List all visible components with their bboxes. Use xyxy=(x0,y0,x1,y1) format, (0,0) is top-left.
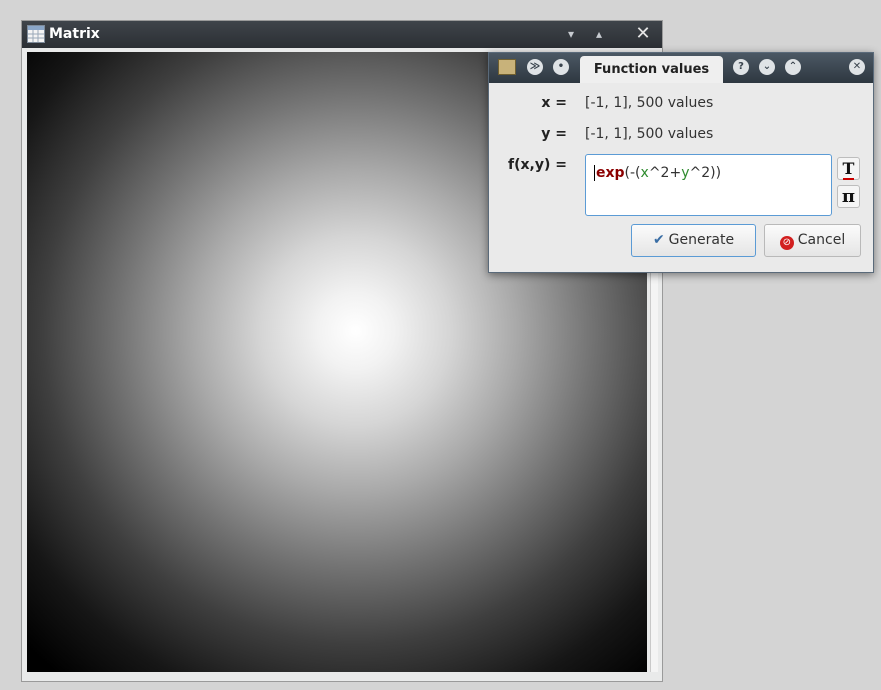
x-range-value: [-1, 1], 500 values xyxy=(585,95,714,111)
pin-icon[interactable]: • xyxy=(553,59,569,75)
pi-icon: π xyxy=(841,186,856,207)
formula-part: ^2)) xyxy=(689,165,722,181)
x-label: x = xyxy=(541,95,567,111)
formula-part: ^2+ xyxy=(648,165,682,181)
minimize-icon[interactable]: ⌄ xyxy=(759,59,775,75)
formula-function: exp xyxy=(596,165,625,181)
tab-function-values[interactable]: Function values xyxy=(580,56,723,83)
formula-var-y: y xyxy=(681,165,690,181)
text-caret xyxy=(594,165,595,181)
maximize-icon[interactable]: ▴ xyxy=(590,25,608,43)
close-icon[interactable]: ✕ xyxy=(849,59,865,75)
matrix-window-title: Matrix xyxy=(49,26,100,42)
formula-var-x: x xyxy=(640,165,649,181)
close-icon[interactable]: ✕ xyxy=(634,25,652,43)
help-icon[interactable]: ? xyxy=(733,59,749,75)
text-format-button[interactable]: T xyxy=(837,157,860,180)
cancel-button[interactable]: ⊘ Cancel xyxy=(764,224,861,257)
dialog-titlebar[interactable]: ≫ • Function values ? ⌄ ⌃ ✕ xyxy=(489,53,873,83)
check-icon: ✔ xyxy=(652,232,665,248)
generate-button[interactable]: ✔ Generate xyxy=(631,224,756,257)
fxy-label: f(x,y) = xyxy=(508,157,567,173)
cancel-icon: ⊘ xyxy=(779,236,794,250)
formula-part: (-( xyxy=(624,165,641,181)
cancel-button-label: Cancel xyxy=(797,232,846,248)
collapse-icon[interactable]: ≫ xyxy=(527,59,543,75)
text-format-icon: T xyxy=(842,159,855,180)
y-range-value: [-1, 1], 500 values xyxy=(585,126,714,142)
formula-input[interactable]: exp(-(x^2+y^2)) xyxy=(585,154,832,216)
generate-button-label: Generate xyxy=(668,232,735,248)
app-icon xyxy=(498,59,516,75)
maximize-icon[interactable]: ⌃ xyxy=(785,59,801,75)
matrix-table-icon xyxy=(27,25,45,43)
minimize-icon[interactable]: ▾ xyxy=(562,25,580,43)
y-label: y = xyxy=(541,126,567,142)
function-values-dialog: ≫ • Function values ? ⌄ ⌃ ✕ x = [-1, 1],… xyxy=(488,52,874,273)
matrix-titlebar[interactable]: Matrix ▾ ▴ ✕ xyxy=(22,21,662,48)
constants-button[interactable]: π xyxy=(837,185,860,208)
